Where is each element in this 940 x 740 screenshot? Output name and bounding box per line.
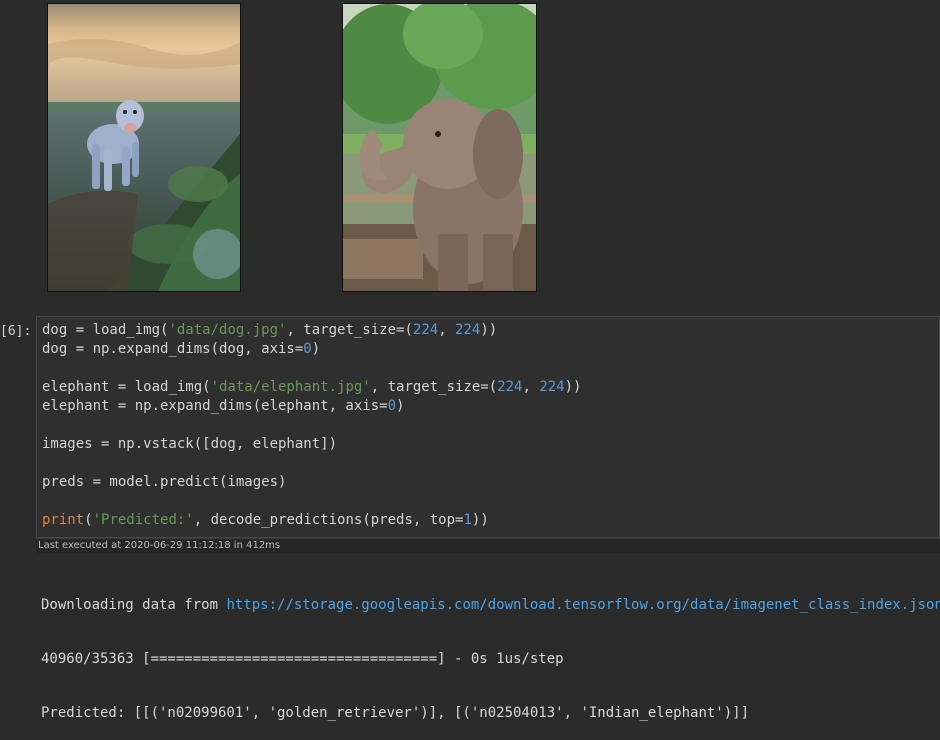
code-token: images = np.vstack([dog, elephant]) — [42, 436, 338, 452]
cell-output: Downloading data from https://storage.go… — [41, 560, 940, 740]
download-line: Downloading data from https://storage.go… — [41, 596, 940, 614]
code-line[interactable] — [42, 454, 581, 473]
code-token: ) — [311, 341, 321, 357]
code-token: , target_size=( — [370, 379, 498, 395]
code-token: 0 — [387, 398, 397, 414]
dog-photo — [47, 3, 241, 292]
code-token: , decode_predictions(preds, top= — [193, 512, 464, 528]
progress-line: 40960/35363 [===========================… — [41, 651, 564, 667]
code-token: 'data/dog.jpg' — [168, 322, 287, 338]
execution-status: Last executed at 2020-06-29 11:12:18 in … — [36, 538, 940, 553]
image-output-area — [0, 0, 940, 300]
code-token: 1 — [463, 512, 472, 528]
code-token: print — [42, 512, 85, 528]
cell-execution-count: [6]: — [0, 324, 32, 339]
code-token: 224 — [412, 322, 439, 338]
code-cell-input[interactable]: dog = load_img('data/dog.jpg', target_si… — [36, 316, 940, 538]
code-token: )) — [564, 379, 582, 395]
code-token: )) — [480, 322, 498, 338]
code-token: ) — [396, 398, 405, 414]
code-token: dog = load_img( — [42, 322, 169, 338]
code-token: 0 — [303, 341, 312, 357]
code-token: , target_size=( — [286, 322, 413, 338]
elephant-photo — [342, 3, 537, 292]
code-line[interactable]: images = np.vstack([dog, elephant]) — [42, 435, 581, 454]
code-line[interactable]: elephant = load_img('data/elephant.jpg',… — [42, 378, 581, 397]
code-token: 'data/elephant.jpg' — [210, 379, 371, 395]
prediction-line: Predicted: [[('n02099601', 'golden_retri… — [41, 705, 750, 721]
code-editor[interactable]: dog = load_img('data/dog.jpg', target_si… — [42, 321, 581, 530]
code-token: 224 — [497, 379, 523, 395]
code-token: 'Predicted:' — [92, 512, 194, 528]
download-url-link[interactable]: https://storage.googleapis.com/download.… — [226, 597, 940, 613]
code-line[interactable] — [42, 416, 581, 435]
code-line[interactable]: dog = np.expand_dims(dog, axis=0) — [42, 340, 581, 359]
code-line[interactable]: preds = model.predict(images) — [42, 473, 581, 492]
code-token: , — [438, 322, 456, 338]
code-token: preds = model.predict(images) — [42, 474, 287, 490]
code-token: , — [522, 379, 540, 395]
code-line[interactable]: dog = load_img('data/dog.jpg', target_si… — [42, 321, 581, 340]
code-token: )) — [471, 512, 489, 528]
code-token: ( — [84, 512, 93, 528]
code-line[interactable] — [42, 492, 581, 511]
code-token: dog = np.expand_dims(dog, axis= — [42, 341, 304, 357]
code-token: 224 — [455, 322, 481, 338]
code-line[interactable] — [42, 359, 581, 378]
code-line[interactable]: print('Predicted:', decode_predictions(p… — [42, 511, 581, 530]
code-token: 224 — [539, 379, 565, 395]
download-prefix: Downloading data from — [41, 597, 227, 613]
code-token: elephant = load_img( — [42, 379, 211, 395]
code-token: elephant = np.expand_dims(elephant, axis… — [42, 398, 388, 414]
code-line[interactable]: elephant = np.expand_dims(elephant, axis… — [42, 397, 581, 416]
